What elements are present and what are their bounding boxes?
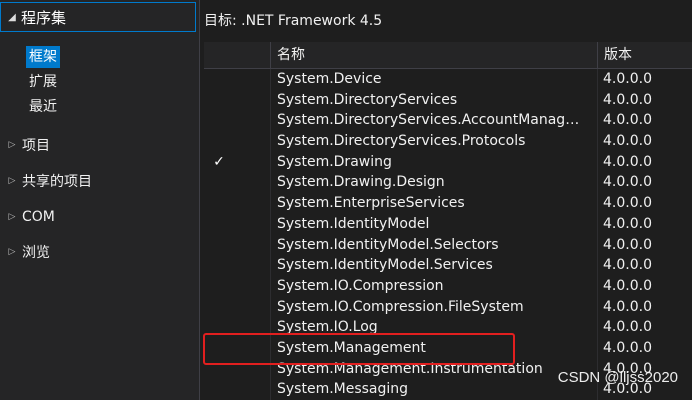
checkbox[interactable] xyxy=(212,196,226,210)
checkbox[interactable] xyxy=(212,93,226,107)
nav-label: 浏览 xyxy=(22,245,50,261)
section-label: 程序集 xyxy=(21,8,67,27)
column-header-name[interactable]: 名称 xyxy=(270,42,597,68)
reference-list[interactable]: 名称 版本 System.Device 4.0.0.0 System.Directo… xyxy=(204,42,692,400)
assembly-version: 4.0.0.0 xyxy=(603,91,652,108)
checkbox[interactable] xyxy=(212,258,226,272)
list-item[interactable]: System.IO.Compression.FileSystem 4.0.0.0 xyxy=(204,297,692,318)
assembly-name: System.DirectoryServices.Protocols xyxy=(277,133,526,150)
assembly-name: System.IdentityModel.Services xyxy=(277,257,493,274)
assembly-version: 4.0.0.0 xyxy=(603,195,652,212)
sidebar: ◢ 程序集 框架 扩展 最近 ▷ 项目 ▷ 共享的项目 ▷ COM ▷ 浏览 xyxy=(0,0,200,400)
assembly-name: System.Device xyxy=(277,71,382,87)
list-header: 名称 版本 xyxy=(204,42,692,69)
assembly-version: 4.0.0.0 xyxy=(603,133,652,150)
list-item[interactable]: System.IdentityModel.Services 4.0.0.0 xyxy=(204,255,692,276)
assembly-name: System.IO.Compression xyxy=(277,277,444,294)
assembly-name: System.DirectoryServices.AccountManage..… xyxy=(277,112,587,129)
nav-label: 项目 xyxy=(22,138,50,154)
sidebar-item-recent[interactable]: 最近 xyxy=(26,96,60,118)
column-header-check[interactable] xyxy=(204,42,270,68)
assembly-version: 4.0.0.0 xyxy=(603,339,652,356)
nav-label: 共享的项目 xyxy=(22,174,92,190)
collapsed-arrow-icon: ▷ xyxy=(8,212,16,222)
assembly-version: 4.0.0.0 xyxy=(603,298,652,315)
assembly-name: System.Drawing.Design xyxy=(277,174,445,191)
list-item[interactable]: System.IO.Compression 4.0.0.0 xyxy=(204,276,692,297)
nav-label: COM xyxy=(22,209,55,225)
sidebar-item-projects[interactable]: ▷ 项目 xyxy=(0,133,50,157)
list-item[interactable]: System.Drawing.Design 4.0.0.0 xyxy=(204,172,692,193)
sidebar-item-com[interactable]: ▷ COM xyxy=(0,205,55,229)
checkbox[interactable] xyxy=(212,238,226,252)
list-item[interactable]: System.DirectoryServices 4.0.0.0 xyxy=(204,90,692,111)
assembly-version: 4.0.0.0 xyxy=(603,215,652,232)
collapsed-arrow-icon: ▷ xyxy=(8,176,16,186)
sidebar-item-extensions[interactable]: 扩展 xyxy=(26,71,60,93)
sidebar-item-browse[interactable]: ▷ 浏览 xyxy=(0,240,50,264)
assembly-name: System.DirectoryServices xyxy=(277,91,458,108)
assembly-name: System.Management xyxy=(277,339,426,356)
checkbox[interactable] xyxy=(212,175,226,189)
assembly-version: 4.0.0.0 xyxy=(603,112,652,129)
assembly-name: System.Management.Instrumentation xyxy=(277,360,543,377)
assembly-name: System.IdentityModel.Selectors xyxy=(277,236,499,253)
list-item[interactable]: System.DirectoryServices.AccountManage..… xyxy=(204,110,692,131)
assembly-version: 4.0.0.0 xyxy=(603,71,652,87)
sidebar-item-framework[interactable]: 框架 xyxy=(26,46,60,68)
assembly-version: 4.0.0.0 xyxy=(603,174,652,191)
list-item[interactable]: System.IdentityModel.Selectors 4.0.0.0 xyxy=(204,235,692,256)
sidebar-section-assemblies[interactable]: ◢ 程序集 xyxy=(0,2,196,32)
sidebar-item-shared-projects[interactable]: ▷ 共享的项目 xyxy=(0,169,92,193)
assembly-name: System.IO.Compression.FileSystem xyxy=(277,298,524,315)
reference-rows: System.Device 4.0.0.0 System.DirectoryServ… xyxy=(204,69,692,400)
collapsed-arrow-icon: ▷ xyxy=(8,247,16,257)
checkbox[interactable] xyxy=(212,341,226,355)
list-item[interactable]: System.DirectoryServices.Protocols 4.0.0.… xyxy=(204,131,692,152)
expanded-arrow-icon: ◢ xyxy=(8,11,16,23)
assembly-name: System.EnterpriseServices xyxy=(277,195,465,212)
target-text: 目标: .NET Framework 4.5 xyxy=(204,13,383,29)
checkbox[interactable] xyxy=(212,362,226,376)
target-framework-label: 目标: .NET Framework 4.5 xyxy=(204,0,692,40)
checkbox[interactable] xyxy=(212,72,226,86)
assembly-version: 4.0.0.0 xyxy=(603,236,652,253)
checkbox[interactable] xyxy=(212,382,226,396)
column-header-version[interactable]: 版本 xyxy=(597,42,692,68)
checkbox[interactable] xyxy=(212,320,226,334)
list-item[interactable]: System.Device 4.0.0.0 xyxy=(204,69,692,90)
list-item[interactable]: ✓ System.Drawing 4.0.0.0 xyxy=(204,152,692,173)
assembly-version: 4.0.0.0 xyxy=(603,257,652,274)
assembly-name: System.IdentityModel xyxy=(277,215,430,232)
checkbox[interactable] xyxy=(212,300,226,314)
assembly-name: System.Drawing xyxy=(277,153,392,170)
assembly-name: System.IO.Log xyxy=(277,319,378,336)
assembly-version: 4.0.0.0 xyxy=(603,153,652,170)
list-item[interactable]: System.IdentityModel 4.0.0.0 xyxy=(204,214,692,235)
checkbox[interactable] xyxy=(212,113,226,127)
checkbox[interactable] xyxy=(212,279,226,293)
list-item[interactable]: System.Management 4.0.0.0 xyxy=(204,338,692,359)
watermark: CSDN @lljss2020 xyxy=(557,369,678,386)
assembly-version: 4.0.0.0 xyxy=(603,277,652,294)
checkbox[interactable] xyxy=(212,134,226,148)
assembly-name: System.Messaging xyxy=(277,381,409,398)
checkbox-checked-icon[interactable]: ✓ xyxy=(212,155,226,169)
checkbox[interactable] xyxy=(212,217,226,231)
list-item[interactable]: System.IO.Log 4.0.0.0 xyxy=(204,317,692,338)
list-item[interactable]: System.EnterpriseServices 4.0.0.0 xyxy=(204,193,692,214)
collapsed-arrow-icon: ▷ xyxy=(8,140,16,150)
assembly-version: 4.0.0.0 xyxy=(603,319,652,336)
